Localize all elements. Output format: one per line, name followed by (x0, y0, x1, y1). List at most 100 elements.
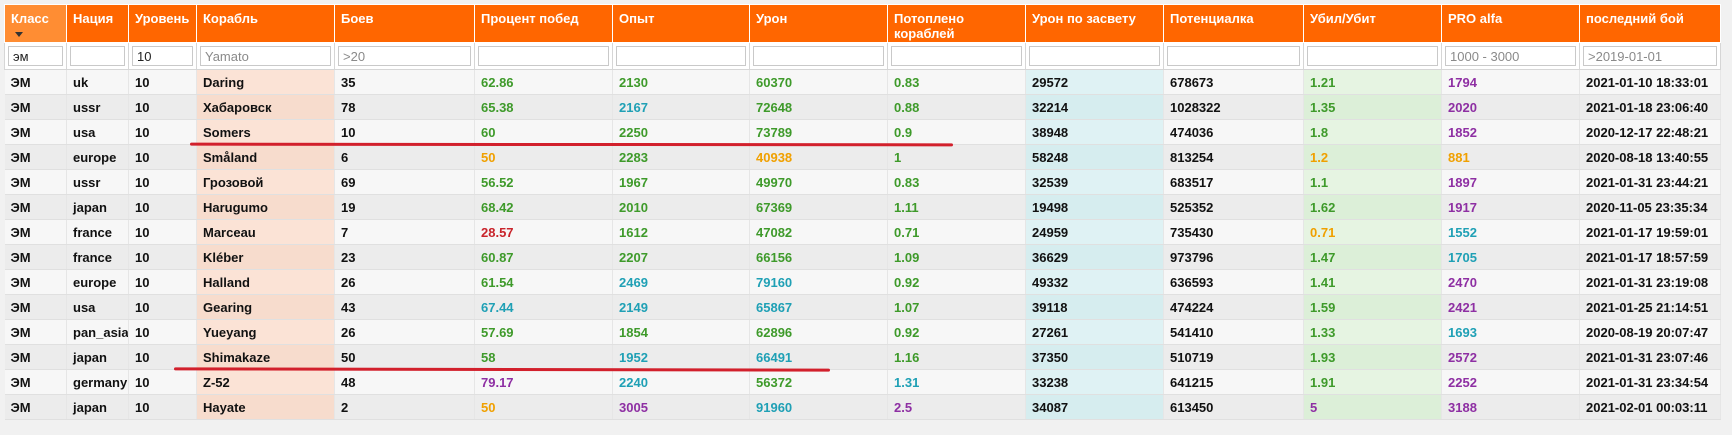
col-header-winrate[interactable]: Процент побед (474, 4, 613, 43)
cell-potential-damage: 735430 (1163, 219, 1304, 245)
ship-stats-table: Класс Нация Уровень Корабль Боев Процент… (4, 4, 1721, 420)
table-row[interactable]: ЭМ europe 10 Halland 26 61.54 2469 79160 0.92 493… (4, 269, 1721, 295)
cell-spotting-damage: 37350 (1025, 344, 1164, 370)
col-header-level[interactable]: Уровень (128, 4, 197, 43)
cell-spotting-damage: 19498 (1025, 194, 1164, 220)
table-row[interactable]: ЭМ france 10 Marceau 7 28.57 1612 47082 0.71 2495… (4, 219, 1721, 245)
kd-filter-input[interactable] (1307, 46, 1438, 66)
cell-ship: Kléber (196, 244, 335, 270)
cell-class: ЭМ (4, 344, 67, 370)
table-row[interactable]: ЭМ usa 10 Somers 10 60 2250 73789 0.9 38948 474036… (4, 119, 1721, 145)
cell-pro-alfa: 1552 (1441, 219, 1580, 245)
table-row[interactable]: ЭМ ussr 10 Грозовой 69 56.52 1967 49970 0.83 3253… (4, 169, 1721, 195)
cell-class: ЭМ (4, 194, 67, 220)
table-row[interactable]: ЭМ japan 10 Shimakaze 50 58 1952 66491 1.16 37350… (4, 344, 1721, 370)
cell-damage: 73789 (749, 119, 888, 145)
cell-spotting-damage: 27261 (1025, 319, 1164, 345)
col-header-potential-damage[interactable]: Потенциалка (1163, 4, 1304, 43)
ships-sunk-filter-input[interactable] (891, 46, 1022, 66)
col-header-damage[interactable]: Урон (749, 4, 888, 43)
table-row[interactable]: ЭМ uk 10 Daring 35 62.86 2130 60370 0.83 29572 678… (4, 69, 1721, 95)
table-row[interactable]: ЭМ france 10 Kléber 23 60.87 2207 66156 1.09 3662… (4, 244, 1721, 270)
cell-ship: Z-52 (196, 369, 335, 395)
table-row[interactable]: ЭМ pan_asia 10 Yueyang 26 57.69 1854 62896 0.92 2… (4, 319, 1721, 345)
cell-xp: 2469 (612, 269, 750, 295)
cell-spotting-damage: 29572 (1025, 69, 1164, 95)
cell-potential-damage: 474224 (1163, 294, 1304, 320)
cell-last-battle: 2021-01-17 19:59:01 (1579, 219, 1721, 245)
cell-battles: 10 (334, 119, 475, 145)
cell-spotting-damage: 58248 (1025, 144, 1164, 170)
table-row[interactable]: ЭМ germany 10 Z-52 48 79.17 2240 56372 1.31 33238… (4, 369, 1721, 395)
cell-battles: 7 (334, 219, 475, 245)
cell-nation: japan (66, 344, 129, 370)
damage-filter-input[interactable] (753, 46, 884, 66)
table-row[interactable]: ЭМ ussr 10 Хабаровск 78 65.38 2167 72648 0.88 322… (4, 94, 1721, 120)
class-filter-input[interactable] (8, 46, 63, 66)
cell-battles: 26 (334, 269, 475, 295)
filter-cell (66, 42, 129, 70)
table-row[interactable]: ЭМ japan 10 Hayate 2 50 3005 91960 2.5 34087 61345… (4, 394, 1721, 420)
cell-damage: 66156 (749, 244, 888, 270)
nation-filter-input[interactable] (70, 46, 125, 66)
filter-cell (887, 42, 1026, 70)
cell-last-battle: 2021-02-01 00:03:11 (1579, 394, 1721, 420)
cell-pro-alfa: 2252 (1441, 369, 1580, 395)
cell-xp: 1952 (612, 344, 750, 370)
pro-alfa-filter-input[interactable] (1445, 46, 1576, 66)
cell-ships-sunk: 0.92 (887, 269, 1026, 295)
filter-cell (749, 42, 888, 70)
ship-filter-input[interactable] (200, 46, 331, 66)
table-row[interactable]: ЭМ europe 10 Småland 6 50 2283 40938 1 58248 81325… (4, 144, 1721, 170)
col-header-ship[interactable]: Корабль (196, 4, 335, 43)
level-filter-input[interactable] (132, 46, 193, 66)
cell-winrate: 60 (474, 119, 613, 145)
col-header-battles[interactable]: Боев (334, 4, 475, 43)
cell-level: 10 (128, 69, 197, 95)
col-header-kd[interactable]: Убил/Убит (1303, 4, 1442, 43)
cell-nation: france (66, 244, 129, 270)
cell-battles: 48 (334, 369, 475, 395)
cell-class: ЭМ (4, 69, 67, 95)
cell-battles: 6 (334, 144, 475, 170)
cell-xp: 1612 (612, 219, 750, 245)
cell-spotting-damage: 32214 (1025, 94, 1164, 120)
cell-xp: 2240 (612, 369, 750, 395)
cell-ships-sunk: 0.88 (887, 94, 1026, 120)
winrate-filter-input[interactable] (478, 46, 609, 66)
col-header-nation[interactable]: Нация (66, 4, 129, 43)
table-row[interactable]: ЭМ usa 10 Gearing 43 67.44 2149 65867 1.07 39118 4… (4, 294, 1721, 320)
cell-damage: 56372 (749, 369, 888, 395)
cell-pro-alfa: 2572 (1441, 344, 1580, 370)
cell-ship: Хабаровск (196, 94, 335, 120)
cell-winrate: 67.44 (474, 294, 613, 320)
cell-ship: Gearing (196, 294, 335, 320)
cell-kd: 1.93 (1303, 344, 1442, 370)
cell-potential-damage: 1028322 (1163, 94, 1304, 120)
cell-winrate: 57.69 (474, 319, 613, 345)
cell-battles: 43 (334, 294, 475, 320)
col-header-last-battle[interactable]: последний бой (1579, 4, 1721, 43)
col-header-spotting-damage[interactable]: Урон по засвету (1025, 4, 1164, 43)
table-row[interactable]: ЭМ japan 10 Harugumo 19 68.42 2010 67369 1.11 194… (4, 194, 1721, 220)
last-battle-filter-input[interactable] (1583, 46, 1717, 66)
cell-damage: 47082 (749, 219, 888, 245)
cell-class: ЭМ (4, 244, 67, 270)
filter-cell (128, 42, 197, 70)
col-header-pro-alfa[interactable]: PRO alfa (1441, 4, 1580, 43)
cell-kd: 1.59 (1303, 294, 1442, 320)
cell-pro-alfa: 2421 (1441, 294, 1580, 320)
potential-filter-input[interactable] (1167, 46, 1300, 66)
cell-potential-damage: 510719 (1163, 344, 1304, 370)
spotting-filter-input[interactable] (1029, 46, 1160, 66)
cell-level: 10 (128, 119, 197, 145)
cell-class: ЭМ (4, 369, 67, 395)
cell-nation: europe (66, 269, 129, 295)
cell-xp: 2250 (612, 119, 750, 145)
cell-ships-sunk: 1.31 (887, 369, 1026, 395)
battles-filter-input[interactable] (338, 46, 471, 66)
col-header-xp[interactable]: Опыт (612, 4, 750, 43)
col-header-class[interactable]: Класс (4, 4, 67, 43)
xp-filter-input[interactable] (616, 46, 746, 66)
col-header-ships-sunk[interactable]: Потоплено кораблей (887, 4, 1026, 43)
